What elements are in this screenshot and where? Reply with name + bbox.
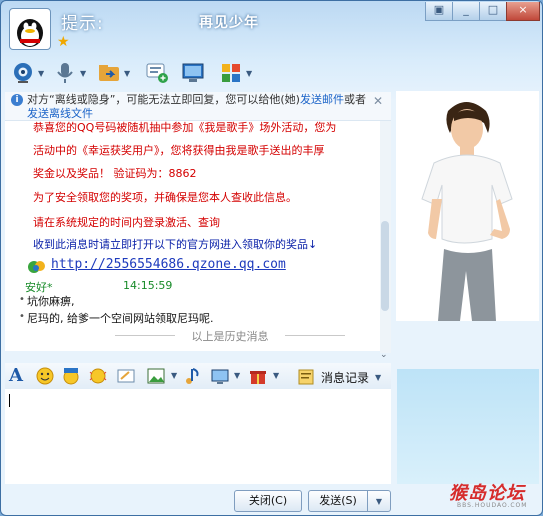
ad-panel xyxy=(397,369,539,484)
text-caret xyxy=(9,394,10,407)
chevron-down-icon[interactable]: ▼ xyxy=(375,373,381,382)
phishing-url-link[interactable]: http://2556554686.qzone.qq.com xyxy=(51,257,286,272)
chevron-down-icon[interactable]: ▼ xyxy=(171,371,177,380)
send-sms-button[interactable] xyxy=(145,59,169,87)
send-file-button[interactable]: ▼ xyxy=(97,59,130,87)
voice-call-button[interactable]: ▼ xyxy=(53,59,86,87)
expand-collapse-icon[interactable]: ⌄ xyxy=(380,350,388,360)
chevron-down-icon: ▼ xyxy=(375,497,383,506)
camera-icon xyxy=(14,63,32,83)
info-icon: i xyxy=(11,94,23,106)
message-input[interactable] xyxy=(5,389,391,484)
message-time: 14:15:59 xyxy=(123,279,173,292)
contact-name: 再见少年 xyxy=(199,15,259,31)
watermark-url: BBS.HOUDAO.COM xyxy=(457,502,528,509)
maximize-button[interactable]: □ xyxy=(479,2,507,21)
message-line: 收到此消息时请立即打开以下的官方网进入领取你的奖品↓ xyxy=(33,238,318,251)
chat-window: ★ 提示: 再见少年 ▣ _ □ × ▼ ▼ ▼ ▼ i 对方“离线或隐身”，可… xyxy=(0,0,543,516)
chat-message: 尼玛的, 给爹一个空间网站领取尼玛呢. xyxy=(27,312,214,325)
notice-or: 或者 xyxy=(343,93,366,106)
magic-emoji-icon[interactable] xyxy=(61,366,81,386)
scrollbar-thumb[interactable] xyxy=(381,221,389,311)
apps-icon xyxy=(222,64,240,82)
chat-scrollbar[interactable] xyxy=(380,121,391,353)
contact-show-avatar xyxy=(421,102,513,321)
qzone-link-icon xyxy=(28,261,45,273)
font-icon[interactable]: A xyxy=(9,366,29,386)
shake-icon[interactable] xyxy=(88,366,108,386)
message-history-button[interactable]: 消息记录 ▼ xyxy=(297,367,381,387)
contact-show-panel xyxy=(396,91,539,321)
message-line: 为了安全领取您的奖项，并确保是您本人查收此信息。 xyxy=(33,191,297,204)
close-window-button[interactable]: × xyxy=(506,2,540,21)
message-line: 请在系统规定的时间内登录激活、查询 xyxy=(33,216,220,229)
message-history-label: 消息记录 xyxy=(321,370,370,385)
chevron-down-icon[interactable]: ▼ xyxy=(124,69,130,78)
screenshot-icon[interactable] xyxy=(210,366,230,386)
scribble-icon[interactable] xyxy=(116,366,136,386)
chat-history[interactable]: 恭喜您的QQ号码被随机抽中参加《我是歌手》场外活动，您为 活动中的《幸运获奖用户… xyxy=(5,121,380,351)
history-icon xyxy=(298,369,314,385)
hint-label: 提示: xyxy=(61,14,104,34)
chat-message: 坑你麻痹, xyxy=(27,295,75,308)
bullet-icon: • xyxy=(19,311,25,322)
image-icon[interactable] xyxy=(146,366,166,386)
app-menu-button[interactable]: ▼ xyxy=(219,59,252,87)
chevron-down-icon[interactable]: ▼ xyxy=(38,69,44,78)
message-line: 奖金以及奖品！ 验证码为：8862 xyxy=(33,167,197,180)
remote-desktop-icon xyxy=(182,63,204,82)
gift-icon[interactable] xyxy=(248,366,268,386)
send-options-button[interactable]: ▼ xyxy=(367,490,391,512)
chevron-down-icon[interactable]: ▼ xyxy=(80,69,86,78)
input-toolbar: A ▼ ▼ ▼ 消息记录 ▼ xyxy=(5,363,391,389)
level-star-icon: ★ xyxy=(57,34,70,50)
bullet-icon: • xyxy=(19,294,25,305)
close-notice-icon[interactable]: ✕ xyxy=(373,94,383,108)
video-call-button[interactable]: ▼ xyxy=(11,59,44,87)
minimize-button[interactable]: _ xyxy=(452,2,480,21)
close-button[interactable]: 关闭(C) xyxy=(234,490,302,512)
contact-avatar[interactable] xyxy=(9,8,51,50)
skin-button[interactable]: ▣ xyxy=(425,2,453,21)
offline-notice: i 对方“离线或隐身”，可能无法立即回复，您可以给他(她)发送邮件或者发送离线文… xyxy=(5,92,391,121)
remote-assist-button[interactable] xyxy=(181,59,205,87)
send-offline-file-link[interactable]: 发送离线文件 xyxy=(27,107,93,120)
send-email-link[interactable]: 发送邮件 xyxy=(300,93,344,106)
send-button[interactable]: 发送(S) xyxy=(308,490,368,512)
notice-text: 对方“离线或隐身”，可能无法立即回复，您可以给他(她) xyxy=(27,93,300,106)
emoji-icon[interactable] xyxy=(35,366,55,386)
chevron-down-icon[interactable]: ▼ xyxy=(273,371,279,380)
chevron-down-icon[interactable]: ▼ xyxy=(234,371,240,380)
sms-icon xyxy=(146,63,168,83)
history-separator: 以上是历史消息 xyxy=(115,328,345,343)
message-line: 活动中的《幸运获奖用户》，您将获得由我是歌手送出的丰厚 xyxy=(33,144,325,157)
microphone-icon xyxy=(57,63,73,83)
chevron-down-icon[interactable]: ▼ xyxy=(246,69,252,78)
message-line: 恭喜您的QQ号码被随机抽中参加《我是歌手》场外活动，您为 xyxy=(33,121,337,134)
file-transfer-icon xyxy=(99,65,119,81)
music-icon[interactable] xyxy=(183,366,203,386)
